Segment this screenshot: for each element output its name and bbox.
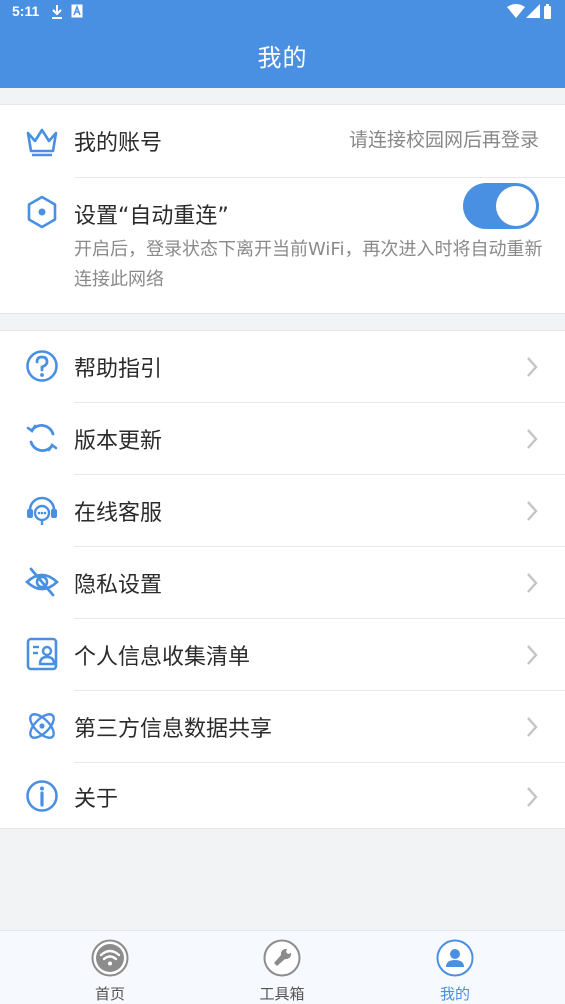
menu-item-label: 第三方信息数据共享: [74, 717, 273, 742]
cell-signal-icon: [526, 4, 540, 18]
status-time: 5:11: [12, 3, 40, 19]
share-orbit-icon: [29, 713, 55, 739]
toggle-knob: [496, 186, 536, 226]
account-card: 我的账号 请连接校园网后再登录 设置“自动重连” 开启后，登录状态下离开当前Wi…: [0, 104, 565, 314]
info-icon: [26, 780, 58, 812]
status-bar: 5:11: [0, 0, 565, 24]
menu-item-about[interactable]: 关于: [0, 763, 565, 829]
account-hint[interactable]: 请连接校园网后再登录: [349, 125, 539, 152]
chevron-right-icon: [527, 357, 538, 377]
help-icon: [26, 350, 58, 382]
account-label: 我的账号: [74, 131, 163, 156]
auto-reconnect-toggle[interactable]: [463, 183, 539, 229]
hexagon-icon: [27, 195, 57, 229]
account-row[interactable]: 我的账号 请连接校园网后再登录: [0, 105, 565, 177]
menu-item-support[interactable]: 在线客服: [0, 475, 565, 546]
wrench-icon: [263, 939, 301, 977]
id-card-icon: [26, 637, 58, 671]
menu-item-third-party[interactable]: 第三方信息数据共享: [0, 691, 565, 762]
wifi-icon: [91, 939, 129, 977]
tab-mine[interactable]: 我的: [395, 931, 515, 1004]
user-icon: [436, 939, 474, 977]
menu-item-label: 帮助指引: [74, 357, 163, 382]
chevron-right-icon: [527, 645, 538, 665]
menu-item-label: 关于: [74, 787, 119, 812]
auto-reconnect-label: 设置“自动重连”: [74, 204, 229, 229]
eye-off-icon: [25, 567, 59, 597]
chevron-right-icon: [527, 787, 538, 807]
header: 5:11 我的: [0, 0, 565, 88]
chevron-right-icon: [527, 501, 538, 521]
tab-bar: 首页 工具箱 我的: [0, 930, 565, 1004]
menu-item-label: 版本更新: [74, 429, 163, 454]
notification-a-icon: [71, 4, 83, 18]
menu-card: 帮助指引 版本更新 在线客服 隐私设置 个人信息收集清单 第三方信息数据共享 关…: [0, 330, 565, 829]
menu-item-privacy[interactable]: 隐私设置: [0, 547, 565, 618]
menu-item-label: 个人信息收集清单: [74, 645, 251, 670]
chevron-right-icon: [527, 717, 538, 737]
menu-item-label: 隐私设置: [74, 573, 163, 598]
tab-toolbox[interactable]: 工具箱: [222, 931, 342, 1004]
chevron-right-icon: [527, 429, 538, 449]
menu-item-update[interactable]: 版本更新: [0, 403, 565, 474]
tab-label: 工具箱: [259, 985, 305, 1003]
tab-label: 我的: [439, 985, 470, 1003]
headset-icon: [27, 496, 57, 525]
refresh-icon: [26, 423, 58, 453]
menu-item-help[interactable]: 帮助指引: [0, 331, 565, 402]
wifi-signal-icon: [507, 4, 525, 18]
tab-home[interactable]: 首页: [50, 931, 170, 1004]
download-icon: [52, 5, 62, 19]
crown-icon: [26, 128, 58, 157]
battery-icon: [544, 4, 551, 19]
menu-item-label: 在线客服: [74, 501, 163, 526]
tab-label: 首页: [94, 985, 125, 1003]
chevron-right-icon: [527, 573, 538, 593]
menu-item-personal-info[interactable]: 个人信息收集清单: [0, 619, 565, 690]
auto-reconnect-description: 开启后，登录状态下离开当前WiFi，再次进入时将自动重新连接此网络: [74, 239, 543, 290]
page-title: 我的: [257, 44, 308, 72]
